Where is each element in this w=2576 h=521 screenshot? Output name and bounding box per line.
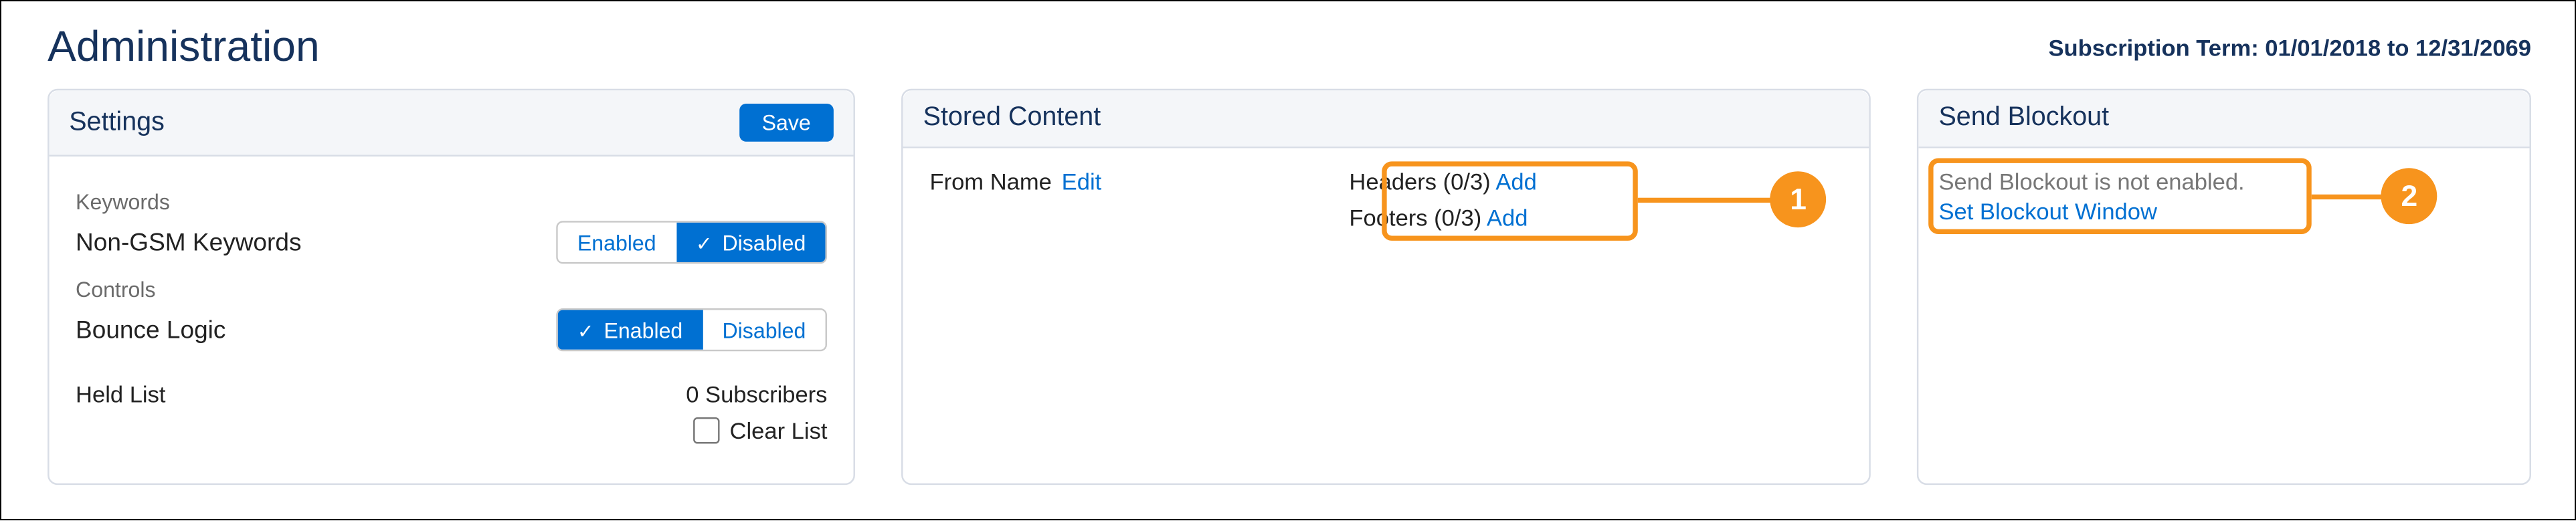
nongsm-disabled-label: Disabled bbox=[723, 230, 806, 255]
footers-add-link[interactable]: Add bbox=[1487, 205, 1528, 231]
held-list-value: 0 Subscribers bbox=[686, 381, 827, 407]
controls-section-label: Controls bbox=[76, 277, 827, 302]
send-blockout-title: Send Blockout bbox=[1938, 104, 2109, 133]
page-title: Administration bbox=[48, 21, 320, 73]
stored-content-panel: Stored Content From Name Edit Headers (0… bbox=[902, 89, 1871, 485]
clear-list-label: Clear List bbox=[730, 417, 828, 443]
nongsm-enabled-button[interactable]: Enabled bbox=[557, 223, 676, 262]
held-list-label: Held List bbox=[76, 381, 165, 407]
nongsm-disabled-button[interactable]: Disabled bbox=[676, 223, 826, 262]
bounce-enabled-label: Enabled bbox=[604, 318, 683, 342]
stored-content-title: Stored Content bbox=[923, 104, 1101, 133]
keywords-section-label: Keywords bbox=[76, 189, 827, 214]
subscription-term: Subscription Term: 01/01/2018 to 12/31/2… bbox=[2049, 33, 2531, 60]
headers-label: Headers (0/3) bbox=[1349, 168, 1490, 194]
from-name-label: From Name bbox=[929, 168, 1051, 194]
headers-add-link[interactable]: Add bbox=[1495, 168, 1537, 194]
settings-panel-title: Settings bbox=[69, 108, 165, 137]
set-blockout-window-link[interactable]: Set Blockout Window bbox=[1938, 198, 2157, 224]
nongsm-keywords-label: Non-GSM Keywords bbox=[76, 228, 301, 256]
bounce-toggle: Enabled Disabled bbox=[556, 308, 828, 351]
bounce-disabled-button[interactable]: Disabled bbox=[703, 310, 826, 350]
clear-list-checkbox[interactable] bbox=[693, 417, 719, 443]
save-button[interactable]: Save bbox=[739, 104, 834, 142]
nongsm-toggle: Enabled Disabled bbox=[556, 221, 828, 264]
bounce-enabled-button[interactable]: Enabled bbox=[557, 310, 703, 350]
send-blockout-panel: Send Blockout Send Blockout is not enabl… bbox=[1917, 89, 2531, 485]
check-icon bbox=[577, 318, 594, 342]
from-name-edit-link[interactable]: Edit bbox=[1062, 168, 1102, 194]
bounce-logic-label: Bounce Logic bbox=[76, 316, 225, 344]
settings-panel: Settings Save Keywords Non-GSM Keywords … bbox=[48, 89, 855, 485]
check-icon bbox=[696, 230, 713, 255]
blockout-status-text: Send Blockout is not enabled. bbox=[1938, 168, 2509, 194]
footers-label: Footers (0/3) bbox=[1349, 205, 1481, 231]
callout-connector-2 bbox=[2312, 195, 2385, 199]
